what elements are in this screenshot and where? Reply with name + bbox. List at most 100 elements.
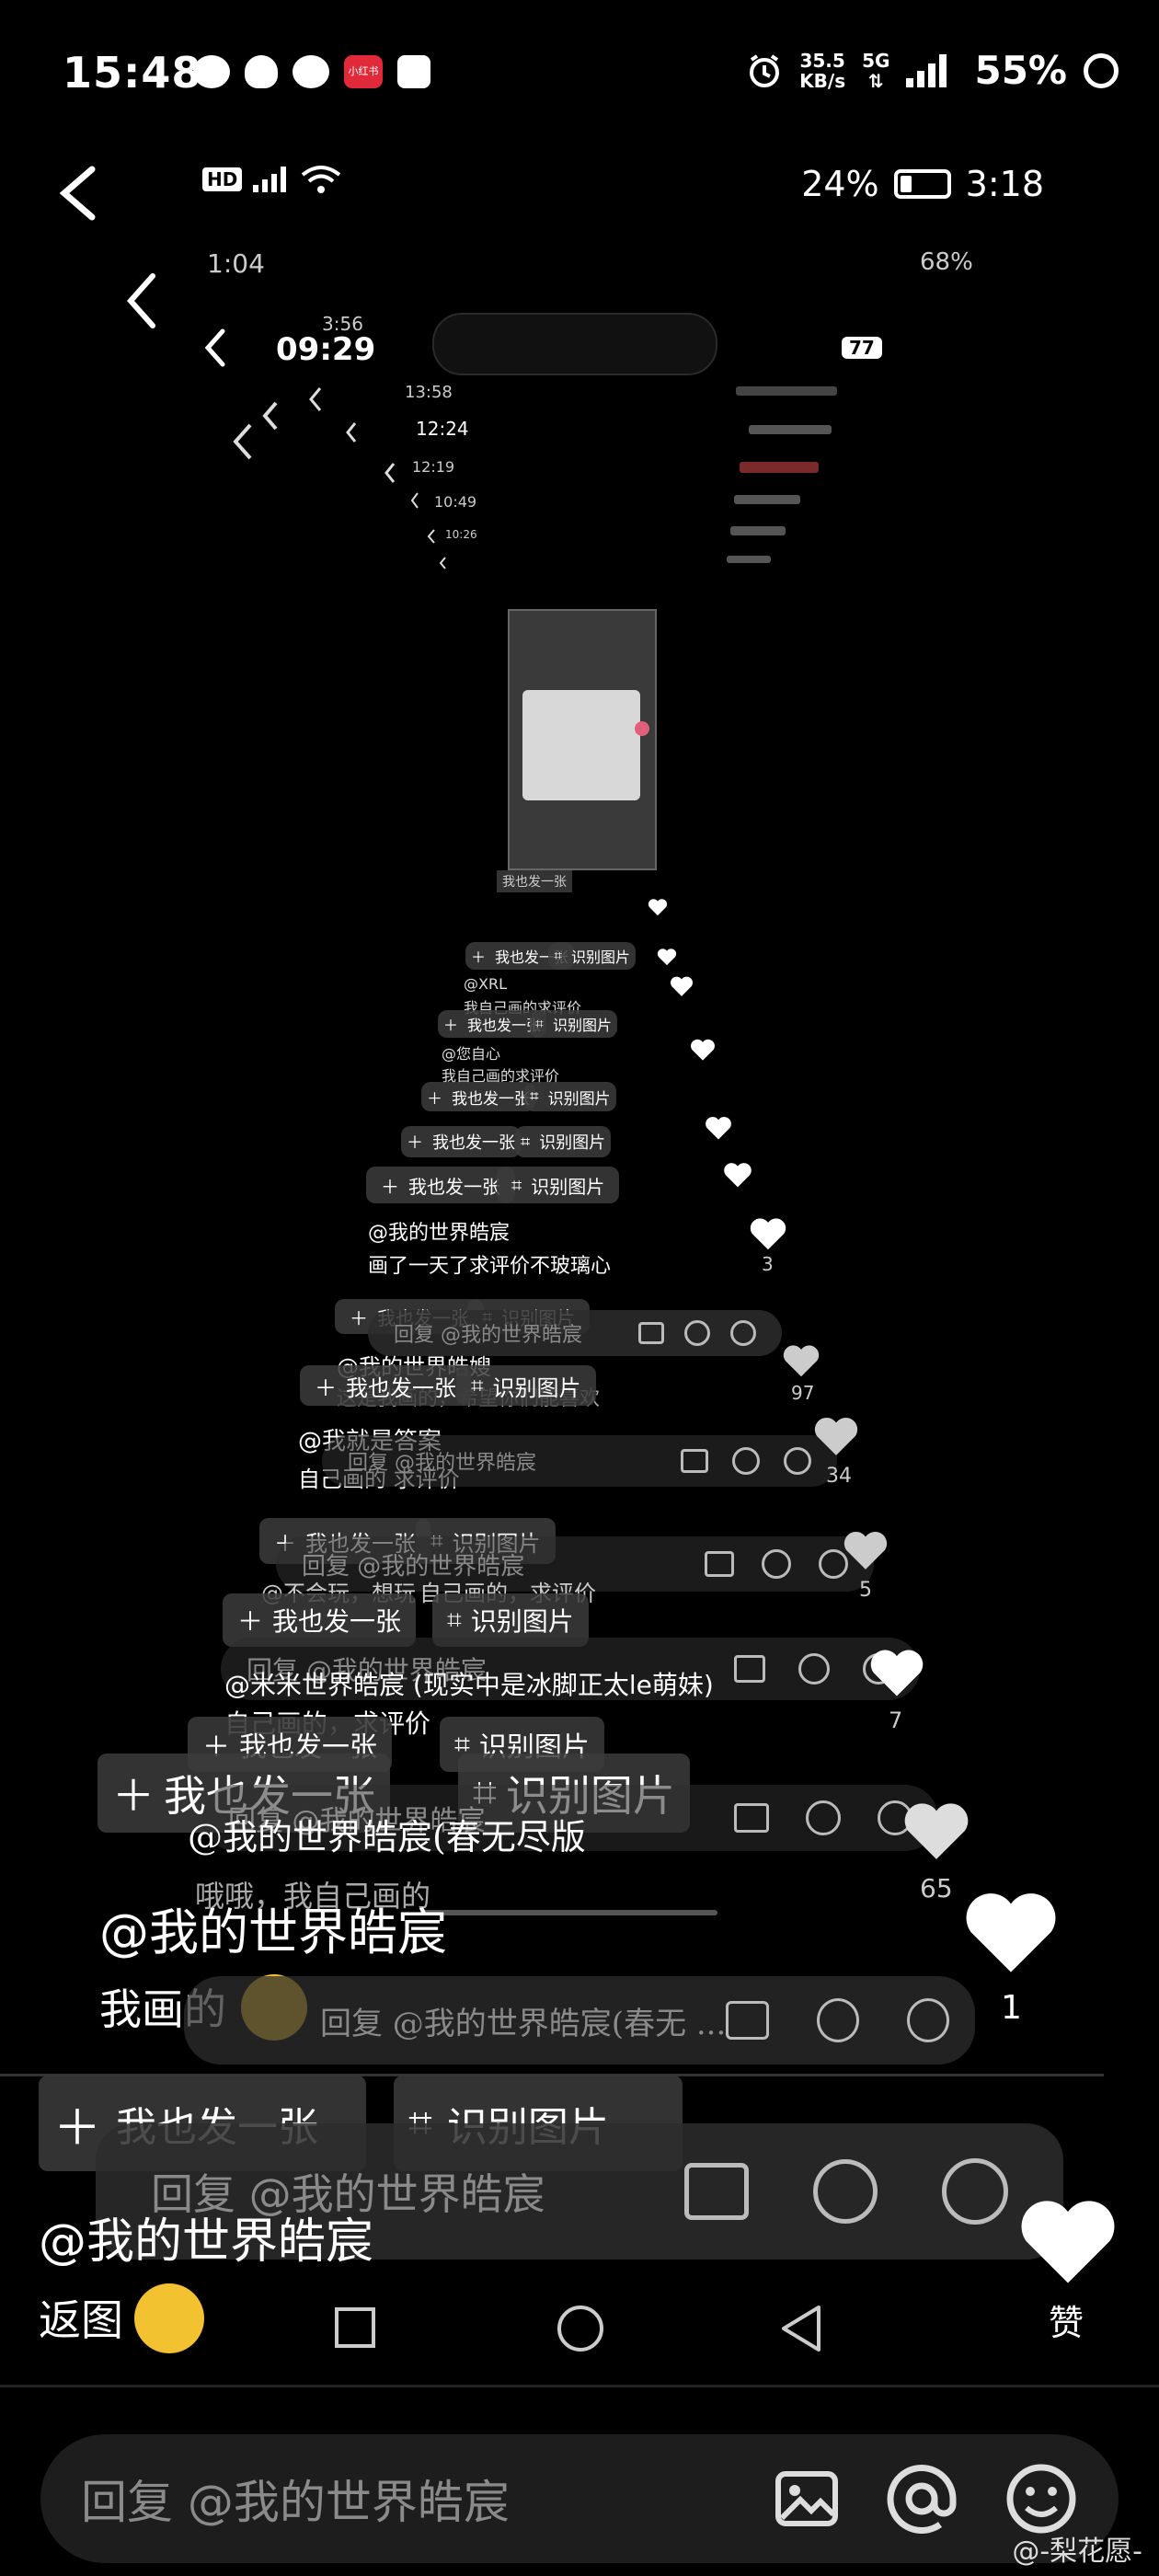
back-icon[interactable] bbox=[55, 166, 101, 221]
network-speed: 35.5 KB/s bbox=[799, 51, 845, 91]
reply-bar[interactable]: 回复 @我的世界皓宸(春无 ... bbox=[184, 1976, 975, 2064]
nav-back-button[interactable] bbox=[778, 2304, 824, 2353]
qq-icon bbox=[245, 55, 278, 88]
emoji-icon[interactable] bbox=[942, 2158, 1008, 2225]
at-icon[interactable] bbox=[887, 2464, 957, 2534]
post-button[interactable]: ＋ 我也发一张 bbox=[366, 1167, 515, 1203]
comment-user: @米米世界皓宸 (现实中是冰脚正太le萌妹) bbox=[224, 1670, 714, 1700]
heart-icon[interactable] bbox=[690, 1038, 716, 1062]
nested-time: 09:29 bbox=[276, 331, 376, 368]
at-icon[interactable] bbox=[762, 1549, 791, 1579]
heart-icon[interactable] bbox=[962, 1888, 1060, 1976]
image-icon[interactable] bbox=[684, 2163, 749, 2220]
heart-icon[interactable] bbox=[843, 1529, 889, 1571]
at-icon[interactable] bbox=[813, 2159, 878, 2224]
heart-icon[interactable] bbox=[868, 1647, 925, 1698]
recent-apps-button[interactable] bbox=[335, 2307, 375, 2348]
identify-image-label: 识别图片 bbox=[571, 949, 631, 966]
post-button[interactable]: ＋ 我也发一张 bbox=[401, 1126, 521, 1157]
heart-icon[interactable] bbox=[749, 1216, 787, 1251]
emoji-icon[interactable] bbox=[730, 1320, 756, 1346]
identify-image-label: 识别图片 bbox=[531, 1175, 605, 1198]
emoji-icon[interactable] bbox=[784, 1447, 811, 1475]
home-button[interactable] bbox=[557, 2306, 603, 2352]
image-icon[interactable] bbox=[726, 2001, 769, 2040]
dynamic-island bbox=[432, 313, 717, 375]
heart-icon[interactable] bbox=[657, 948, 677, 966]
app-avatar-icon bbox=[397, 55, 430, 88]
battery-ring-icon bbox=[1084, 52, 1119, 88]
status-time: 15:48 bbox=[63, 48, 202, 98]
heart-icon[interactable] bbox=[648, 898, 668, 916]
identify-image-button[interactable]: ⌗ 识别图片 bbox=[515, 1126, 612, 1157]
alarm-icon bbox=[750, 53, 780, 87]
plus-icon: ＋ bbox=[315, 1374, 337, 1401]
image-icon[interactable] bbox=[705, 1551, 734, 1577]
emoji-icon[interactable] bbox=[906, 1998, 950, 2042]
heart-icon[interactable] bbox=[782, 1343, 820, 1378]
like-count: 5 bbox=[859, 1579, 872, 1602]
identify-image-button[interactable]: ⌗ 识别图片 bbox=[530, 1010, 618, 1038]
heart-icon[interactable] bbox=[1017, 2195, 1119, 2287]
at-icon[interactable] bbox=[798, 1653, 830, 1685]
image-icon[interactable] bbox=[775, 2470, 839, 2527]
signal-icon bbox=[253, 167, 290, 192]
nested-time: 3:56 bbox=[322, 313, 363, 335]
scan-icon: ⌗ bbox=[535, 1015, 545, 1032]
fragment-post-button: 我也发一张 bbox=[497, 870, 572, 892]
inner-status-left: HD bbox=[202, 164, 341, 195]
plus-icon: ＋ bbox=[112, 1771, 155, 1821]
identify-image-button[interactable]: ⌗ 识别图片 bbox=[497, 1167, 620, 1203]
drawing-thumbnail bbox=[522, 690, 640, 800]
scan-icon: ⌗ bbox=[530, 1087, 539, 1106]
weibo-icon bbox=[293, 55, 329, 88]
hd-badge: HD bbox=[202, 167, 243, 191]
comment-user: @我的世界皓宸 bbox=[99, 1903, 447, 1961]
comment-user: @XRL bbox=[464, 975, 507, 993]
identify-image-label: 识别图片 bbox=[539, 1133, 606, 1153]
wifi-icon bbox=[302, 166, 341, 193]
plus-icon: ＋ bbox=[53, 2100, 102, 2156]
heart-icon[interactable] bbox=[723, 1161, 752, 1189]
battery-percent: 55% bbox=[974, 48, 1067, 93]
nested-status-lines bbox=[625, 386, 837, 598]
comment-text: 返图 bbox=[39, 2295, 123, 2345]
at-icon[interactable] bbox=[806, 1800, 841, 1835]
post-button-label: 我也发一张 bbox=[452, 1089, 530, 1109]
plus-icon: ＋ bbox=[427, 1089, 442, 1109]
comment-fragment: 我也发一张 bbox=[497, 870, 572, 892]
heart-icon[interactable] bbox=[813, 1415, 859, 1457]
plus-icon: ＋ bbox=[381, 1175, 399, 1198]
nested-battery: 68% bbox=[920, 248, 973, 276]
post-button[interactable]: ＋ 我也发一张 bbox=[300, 1365, 471, 1406]
comment-user: @我的世界皓宸 bbox=[368, 1222, 511, 1245]
scroll-indicator bbox=[423, 1910, 717, 1915]
scan-icon: ⌗ bbox=[554, 947, 563, 964]
back-icon[interactable] bbox=[202, 328, 228, 368]
xiaohongshu-icon: 小红书 bbox=[344, 55, 383, 88]
post-button[interactable]: ＋ 我也发一张 bbox=[421, 1082, 535, 1111]
heart-icon[interactable] bbox=[705, 1115, 732, 1141]
image-icon[interactable] bbox=[638, 1322, 664, 1344]
at-icon[interactable] bbox=[732, 1447, 760, 1475]
image-icon[interactable] bbox=[681, 1449, 708, 1473]
plus-icon: ＋ bbox=[471, 949, 487, 966]
identify-image-button[interactable]: ⌗ 识别图片 bbox=[548, 942, 637, 970]
heart-icon[interactable] bbox=[901, 1800, 971, 1862]
at-icon[interactable] bbox=[684, 1320, 710, 1346]
like-count: 1 bbox=[1001, 1989, 1022, 2027]
identify-image-label: 识别图片 bbox=[547, 1089, 611, 1109]
image-icon[interactable] bbox=[734, 1803, 769, 1833]
at-icon[interactable] bbox=[816, 1998, 859, 2042]
image-icon[interactable] bbox=[734, 1655, 765, 1683]
identify-image-button[interactable]: ⌗ 识别图片 bbox=[524, 1082, 616, 1111]
emoji-icon[interactable] bbox=[1004, 2462, 1078, 2536]
reply-placeholder: 回复 @我的世界皓宸 bbox=[348, 1452, 536, 1475]
plus-icon: ＋ bbox=[443, 1017, 459, 1034]
heart-icon[interactable] bbox=[670, 975, 694, 997]
battery-icon bbox=[893, 169, 951, 199]
identify-image-button[interactable]: ⌗ 识别图片 bbox=[456, 1365, 596, 1406]
back-icon[interactable] bbox=[123, 272, 160, 329]
bottom-reply-bar[interactable]: 回复 @我的世界皓宸 bbox=[40, 2434, 1119, 2563]
reply-bar[interactable]: 回复 @我的世界皓宸 bbox=[322, 1435, 837, 1487]
